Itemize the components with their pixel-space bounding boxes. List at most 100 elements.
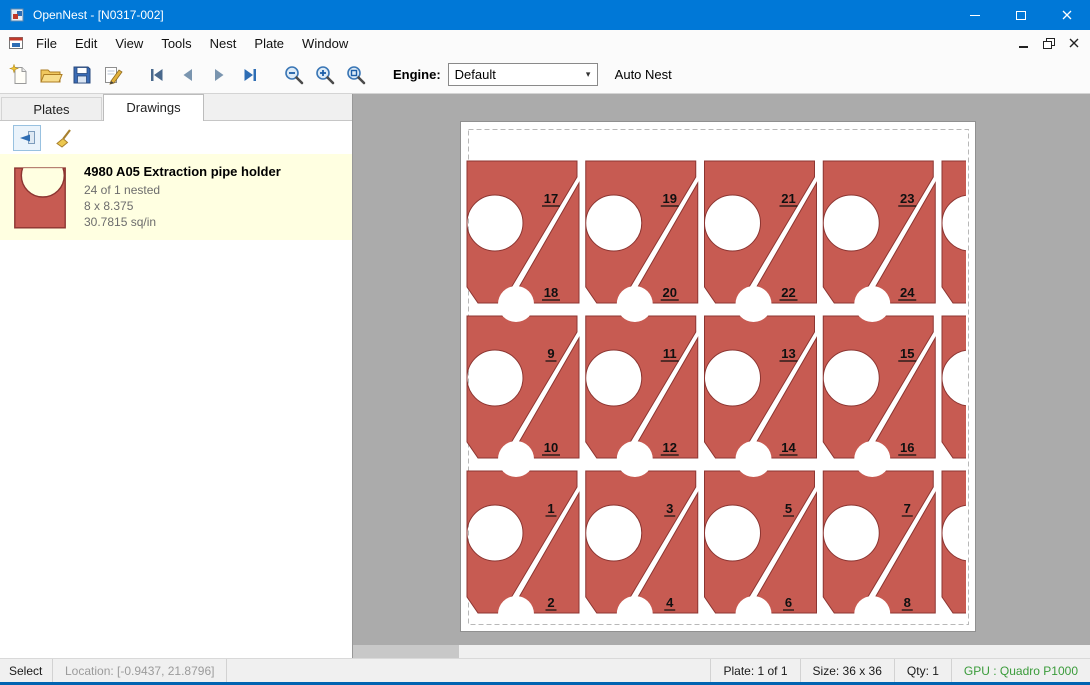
status-size: Size: 36 x 36 <box>800 659 894 682</box>
zoom-fit-button[interactable] <box>340 59 371 90</box>
zoom-out-icon <box>283 64 305 86</box>
save-button[interactable] <box>66 59 97 90</box>
nested-part[interactable] <box>942 471 977 613</box>
part-cutout <box>736 441 772 477</box>
part-number-label: 6 <box>785 595 792 610</box>
send-to-plates-icon <box>17 129 37 147</box>
plate-sheet: 171819202122232491011121314151612345678 <box>460 121 976 632</box>
part-cutout <box>736 286 772 322</box>
engine-select[interactable]: Default ▾ <box>448 63 598 86</box>
next-plate-button[interactable] <box>203 59 234 90</box>
title-bar: OpenNest - [N0317-002] <box>0 0 1090 30</box>
part-number-label: 22 <box>781 285 795 300</box>
part-number-label: 11 <box>663 346 677 361</box>
part-cutout <box>498 441 534 477</box>
auto-nest-button[interactable]: Auto Nest <box>615 67 672 82</box>
menu-tools[interactable]: Tools <box>152 32 200 55</box>
new-file-icon <box>9 64 31 86</box>
plate-svg: 171819202122232491011121314151612345678 <box>461 122 977 633</box>
part-number-label: 10 <box>544 440 558 455</box>
sidebar: PlatesDrawings 4980 A05 Extraction pipe … <box>0 94 353 658</box>
new-button[interactable] <box>4 59 35 90</box>
part-cutout <box>973 596 977 632</box>
zoom-fit-icon <box>345 64 367 86</box>
maximize-button[interactable] <box>998 0 1044 30</box>
mdi-minimize-button[interactable] <box>1011 32 1036 54</box>
menu-window[interactable]: Window <box>293 32 357 55</box>
engine-value: Default <box>449 67 580 82</box>
menu-file[interactable]: File <box>27 32 66 55</box>
part-cutout <box>854 441 890 477</box>
tab-plates[interactable]: Plates <box>1 97 102 120</box>
part-cutout <box>736 596 772 632</box>
mdi-close-icon <box>1068 37 1080 49</box>
send-to-plates-button[interactable] <box>13 125 41 151</box>
menu-items: FileEditViewToolsNestPlateWindow <box>27 32 357 55</box>
drawing-list-item[interactable]: 4980 A05 Extraction pipe holder 24 of 1 … <box>0 154 352 240</box>
close-button[interactable] <box>1044 0 1090 30</box>
nesting-canvas[interactable]: 171819202122232491011121314151612345678 <box>353 94 1090 658</box>
horizontal-scrollbar[interactable] <box>353 645 1090 658</box>
app-icon <box>9 7 25 23</box>
part-cutout <box>617 286 653 322</box>
part-number-label: 19 <box>663 191 677 206</box>
drawing-info: 4980 A05 Extraction pipe holder 24 of 1 … <box>84 164 281 230</box>
part-number-label: 12 <box>663 440 677 455</box>
save-icon <box>71 64 93 86</box>
part-number-label: 14 <box>781 440 796 455</box>
main-area: PlatesDrawings 4980 A05 Extraction pipe … <box>0 94 1090 658</box>
status-location: Location: [-0.9437, 21.8796] <box>52 659 227 682</box>
zoom-in-icon <box>314 64 336 86</box>
menu-nest[interactable]: Nest <box>201 32 246 55</box>
window-title: OpenNest - [N0317-002] <box>33 8 164 22</box>
part-number-label: 8 <box>904 595 911 610</box>
open-button[interactable] <box>35 59 66 90</box>
nested-part[interactable] <box>942 316 977 458</box>
save-edit-icon <box>102 64 124 86</box>
close-icon <box>1061 9 1073 21</box>
part-number-label: 4 <box>666 595 674 610</box>
status-plate: Plate: 1 of 1 <box>710 659 799 682</box>
broom-icon <box>54 128 74 148</box>
status-bar: Select Location: [-0.9437, 21.8796] Plat… <box>0 658 1090 682</box>
last-plate-button[interactable] <box>234 59 265 90</box>
previous-plate-button[interactable] <box>172 59 203 90</box>
nav-prev-icon <box>178 65 198 85</box>
mdi-restore-button[interactable] <box>1036 32 1061 54</box>
part-number-label: 1 <box>547 501 554 516</box>
first-plate-button[interactable] <box>141 59 172 90</box>
part-number-label: 23 <box>900 191 914 206</box>
part-number-label: 3 <box>666 501 673 516</box>
menu-view[interactable]: View <box>106 32 152 55</box>
scrollbar-thumb[interactable] <box>353 645 459 658</box>
maximize-icon <box>1016 11 1026 20</box>
drawing-dimensions: 8 x 8.375 <box>84 198 281 214</box>
save-as-button[interactable] <box>97 59 128 90</box>
part-number-label: 5 <box>785 501 792 516</box>
part-cutout <box>498 286 534 322</box>
tab-drawings[interactable]: Drawings <box>103 94 204 121</box>
nav-last-icon <box>240 65 260 85</box>
part-number-label: 20 <box>663 285 677 300</box>
tab-strip: PlatesDrawings <box>0 94 352 121</box>
clear-button[interactable] <box>50 125 78 151</box>
part-cutout <box>854 286 890 322</box>
part-thumbnail <box>12 161 70 233</box>
main-toolbar: Engine: Default ▾ Auto Nest <box>0 56 1090 94</box>
zoom-in-button[interactable] <box>309 59 340 90</box>
part-number-label: 9 <box>547 346 554 361</box>
part-cutout <box>854 596 890 632</box>
zoom-out-button[interactable] <box>278 59 309 90</box>
menu-edit[interactable]: Edit <box>66 32 106 55</box>
status-mode: Select <box>0 664 52 678</box>
mdi-document-icon <box>8 35 24 51</box>
part-number-label: 17 <box>544 191 558 206</box>
menu-bar: FileEditViewToolsNestPlateWindow <box>0 30 1090 56</box>
part-cutout <box>973 286 977 322</box>
mdi-close-button[interactable] <box>1061 32 1086 54</box>
nested-part[interactable] <box>942 161 977 303</box>
minimize-button[interactable] <box>952 0 998 30</box>
minimize-icon <box>970 15 980 16</box>
menu-plate[interactable]: Plate <box>245 32 293 55</box>
open-folder-icon <box>39 64 63 86</box>
